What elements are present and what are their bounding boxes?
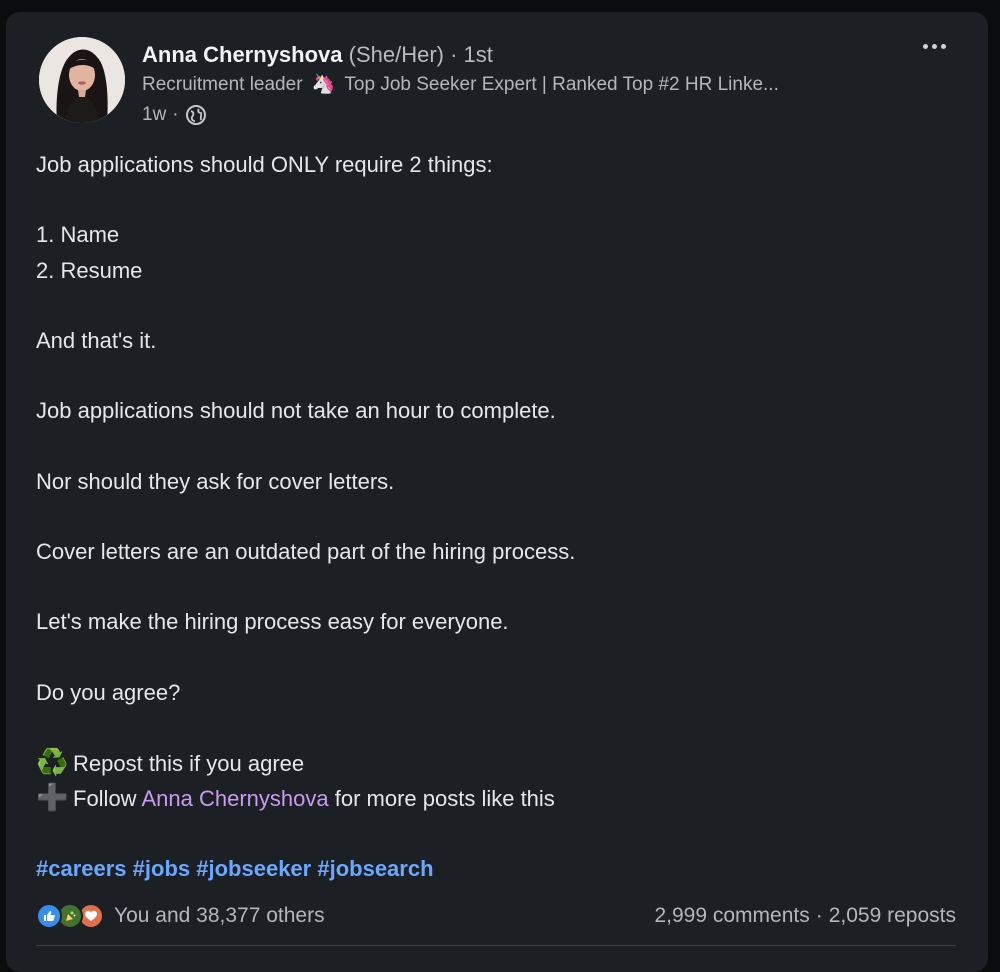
post-text-line: And that's it. bbox=[36, 327, 157, 353]
reactions-count-text: You and 38,377 others bbox=[114, 904, 325, 927]
like-icon bbox=[36, 903, 62, 929]
reaction-icons bbox=[36, 903, 108, 929]
reposts-count-link[interactable]: 2,059 reposts bbox=[829, 904, 956, 928]
recycle-icon: ♻️ bbox=[36, 747, 69, 778]
unicorn-icon: 🦄 bbox=[311, 74, 336, 95]
globe-icon bbox=[185, 104, 207, 126]
engagement-counts: 2,999 comments · 2,059 reposts bbox=[654, 904, 956, 928]
author-headline: Recruitment leader 🦄 Top Job Seeker Expe… bbox=[142, 72, 882, 98]
author-pronouns: (She/Her) bbox=[348, 42, 444, 67]
divider bbox=[36, 945, 956, 946]
post-text-line: Job applications should not take an hour… bbox=[36, 398, 556, 424]
post-text-line: Do you agree? bbox=[36, 679, 181, 705]
author-name-row: Anna Chernyshova (She/Her) · 1st bbox=[142, 42, 493, 68]
hashtag-link[interactable]: #careers bbox=[36, 856, 127, 881]
cta-repost: ♻️ Repost this if you agree bbox=[36, 745, 956, 780]
hashtag-link[interactable]: #jobs bbox=[133, 856, 190, 881]
post-meta: 1w · bbox=[142, 102, 207, 128]
comments-count-link[interactable]: 2,999 comments bbox=[654, 904, 809, 928]
post-card: Anna Chernyshova (She/Her) · 1st Recruit… bbox=[6, 12, 988, 972]
more-horizontal-icon bbox=[922, 43, 928, 49]
plus-icon: ➕ bbox=[36, 782, 69, 813]
cta-follow: ➕ Follow Anna Chernyshova for more posts … bbox=[36, 780, 956, 815]
post-age: 1w bbox=[142, 104, 167, 125]
hashtag-row: #careers #jobs #jobseeker #jobsearch bbox=[36, 854, 434, 884]
avatar-portrait bbox=[39, 37, 125, 123]
post-lines: Job applications should ONLY require 2 t… bbox=[36, 147, 956, 745]
social-counts-bar: You and 38,377 others 2,999 comments · 2… bbox=[36, 900, 956, 932]
hashtag-link[interactable]: #jobsearch bbox=[317, 856, 433, 881]
post-text-line: Nor should they ask for cover letters. bbox=[36, 468, 395, 494]
author-mention-link[interactable]: Anna Chernyshova bbox=[141, 786, 328, 811]
post-text-line: Cover letters are an outdated part of th… bbox=[36, 539, 576, 565]
more-options-button[interactable] bbox=[916, 34, 952, 58]
connection-degree: · 1st bbox=[450, 42, 493, 67]
cta-repost-text: Repost this if you agree bbox=[73, 751, 305, 777]
more-dot bbox=[931, 43, 937, 49]
author-name[interactable]: Anna Chernyshova bbox=[142, 42, 343, 67]
cta-follow-suffix: for more posts like this bbox=[334, 786, 555, 812]
post-text-line: Let's make the hiring process easy for e… bbox=[36, 609, 509, 635]
author-avatar[interactable] bbox=[39, 37, 125, 123]
post-text-line: Job applications should ONLY require 2 t… bbox=[36, 152, 493, 177]
headline-prefix: Recruitment leader bbox=[142, 74, 303, 95]
reactions-summary[interactable]: You and 38,377 others bbox=[36, 903, 325, 929]
post-body: Job applications should ONLY require 2 t… bbox=[36, 147, 956, 816]
counts-separator: · bbox=[815, 904, 823, 927]
cta-follow-prefix: Follow bbox=[73, 786, 137, 812]
post-text-line: 2. Resume bbox=[36, 257, 143, 283]
post-text-line: 1. Name bbox=[36, 222, 120, 248]
meta-separator: · bbox=[172, 104, 179, 125]
more-dot bbox=[940, 43, 946, 49]
hashtag-link[interactable]: #jobseeker bbox=[196, 856, 311, 881]
headline-rest: Top Job Seeker Expert | Ranked Top #2 HR… bbox=[344, 74, 779, 95]
